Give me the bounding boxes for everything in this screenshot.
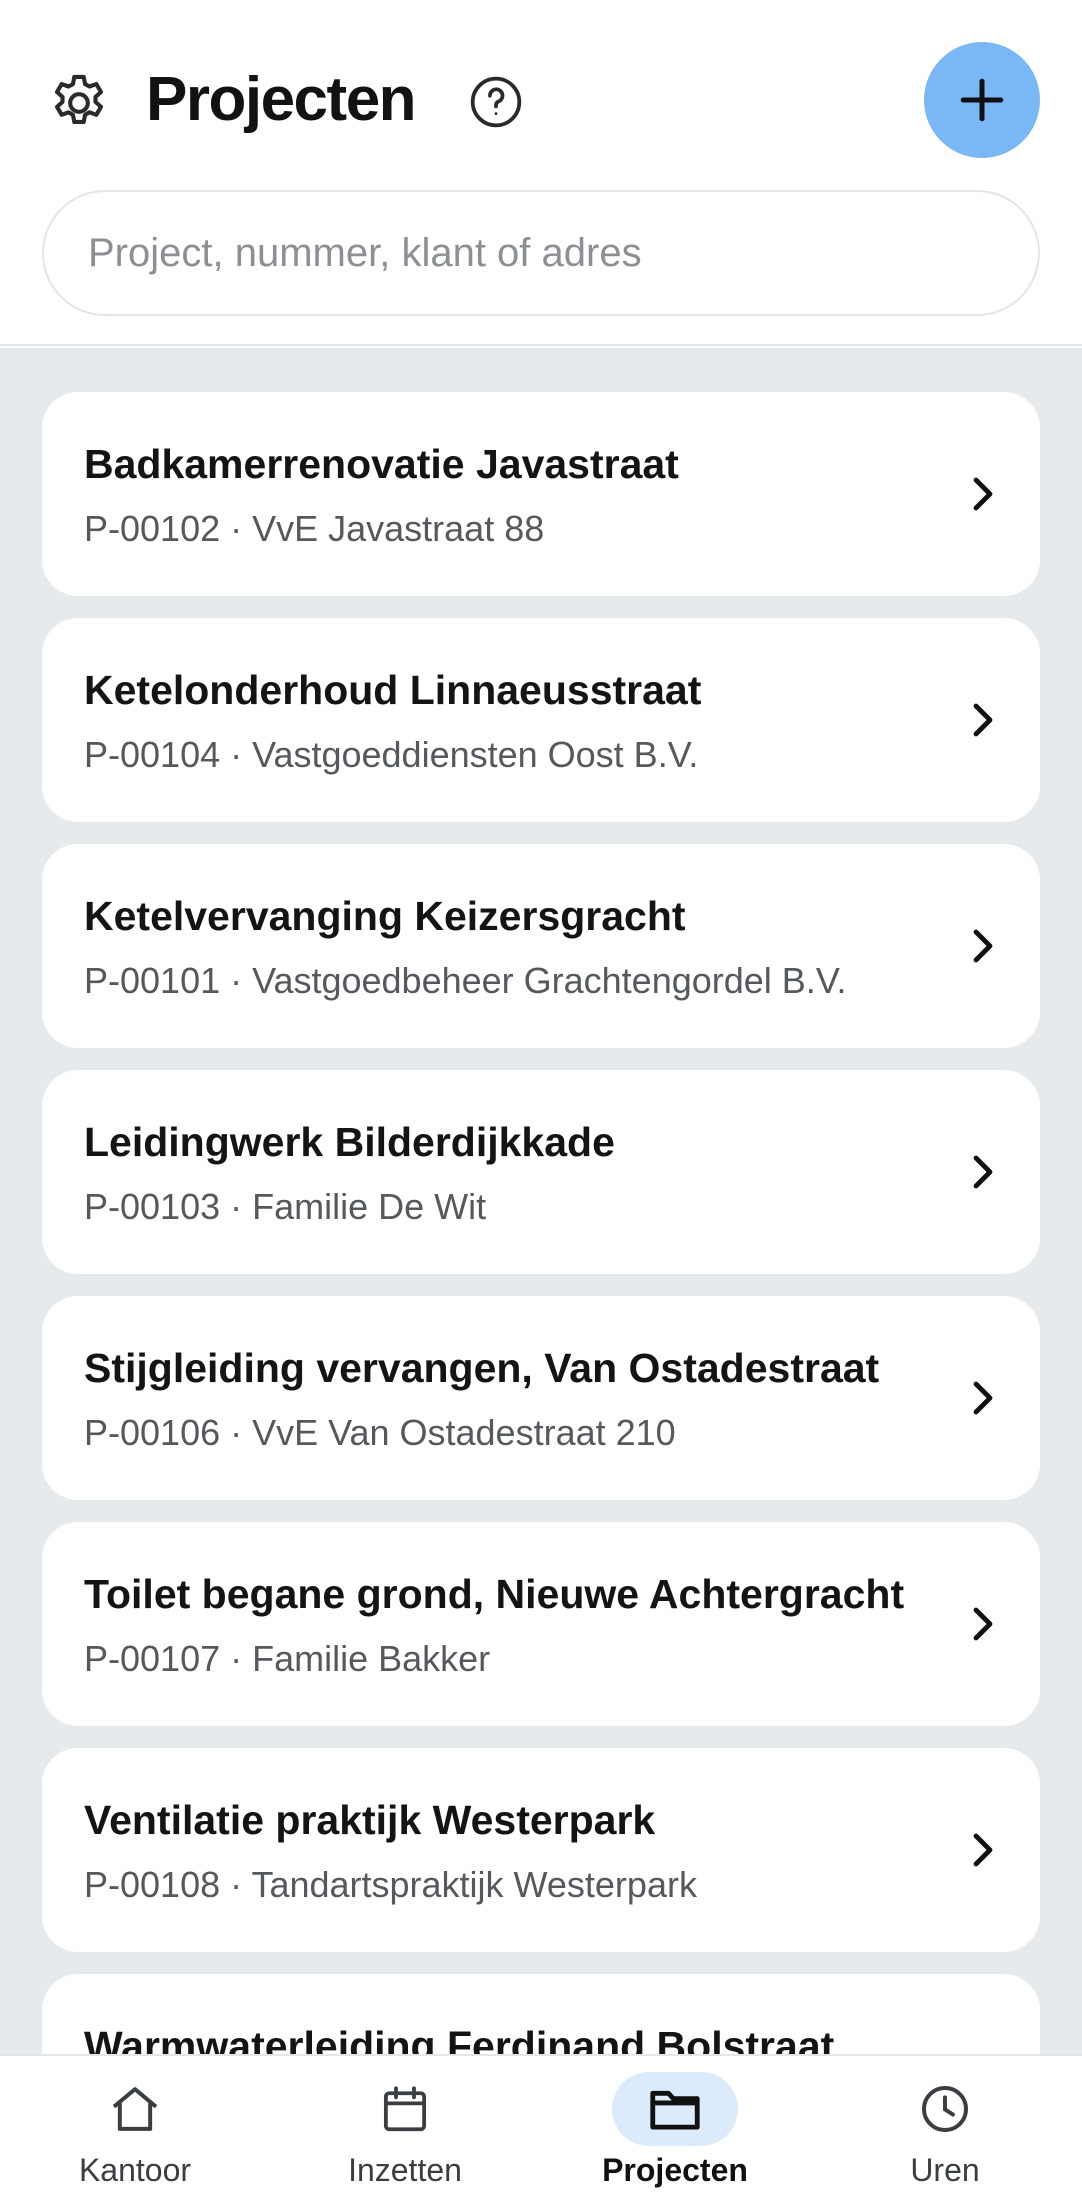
tab-bar: Kantoor Inzetten Projecten Uren <box>0 2054 1082 2202</box>
list-item[interactable]: Toilet begane grond, Nieuwe Achtergracht… <box>42 1522 1040 1726</box>
header: Projecten <box>0 0 1082 346</box>
chevron-right-icon <box>954 1822 1010 1878</box>
chevron-right-icon <box>954 1370 1010 1426</box>
project-title: Warmwaterleiding Ferdinand Bolstraat <box>84 2023 835 2054</box>
tab-label: Inzetten <box>348 2152 462 2188</box>
home-icon <box>72 2072 198 2146</box>
chevron-right-icon <box>954 918 1010 974</box>
add-project-button[interactable] <box>924 42 1040 158</box>
project-title: Stijgleiding vervangen, Van Ostadestraat <box>84 1345 880 1391</box>
project-title: Ketelonderhoud Linnaeusstraat <box>84 667 702 713</box>
project-title: Ketelvervanging Keizersgracht <box>84 893 686 939</box>
project-subtitle: P-00102 · VvE Javastraat 88 <box>84 508 545 549</box>
project-title: Toilet begane grond, Nieuwe Achtergracht <box>84 1571 905 1617</box>
chevron-right-icon <box>954 466 1010 522</box>
clock-icon <box>882 2072 1008 2146</box>
plus-icon <box>960 78 1004 122</box>
list-item[interactable]: Ventilatie praktijk Westerpark P-00108 ·… <box>42 1748 1040 1952</box>
calendar-icon <box>342 2072 468 2146</box>
list-item[interactable]: Stijgleiding vervangen, Van Ostadestraat… <box>42 1296 1040 1500</box>
chevron-right-icon <box>954 1596 1010 1652</box>
list-item[interactable]: Ketelonderhoud Linnaeusstraat P-00104 · … <box>42 618 1040 822</box>
search-field[interactable] <box>42 190 1040 316</box>
tab-label: Projecten <box>602 2152 748 2188</box>
tab-label: Uren <box>910 2152 980 2188</box>
list-item[interactable]: Ketelvervanging Keizersgracht P-00101 · … <box>42 844 1040 1048</box>
project-title: Badkamerrenovatie Javastraat <box>84 441 679 487</box>
gear-icon[interactable] <box>42 66 116 140</box>
tab-kantoor[interactable]: Kantoor <box>0 2056 270 2202</box>
tab-inzetten[interactable]: Inzetten <box>270 2056 540 2202</box>
project-subtitle: P-00104 · Vastgoeddiensten Oost B.V. <box>84 734 699 775</box>
chevron-right-icon <box>954 692 1010 748</box>
list-item[interactable]: Leidingwerk Bilderdijkkade P-00103 · Fam… <box>42 1070 1040 1274</box>
tab-label: Kantoor <box>78 2152 192 2188</box>
project-subtitle: P-00107 · Familie Bakker <box>84 1638 491 1679</box>
page-title: Projecten <box>146 65 417 134</box>
list-item[interactable]: Badkamerrenovatie Javastraat P-00102 · V… <box>42 392 1040 596</box>
question-icon[interactable] <box>466 72 526 132</box>
project-subtitle: P-00106 · VvE Van Ostadestraat 210 <box>84 1412 676 1453</box>
project-title: Ventilatie praktijk Westerpark <box>84 1797 656 1843</box>
tab-projecten[interactable]: Projecten <box>540 2056 810 2202</box>
folder-icon <box>612 2072 738 2146</box>
chevron-right-icon <box>954 1144 1010 1200</box>
project-subtitle: P-00101 · Vastgoedbeheer Grachtengordel … <box>84 960 847 1001</box>
list-item[interactable]: Warmwaterleiding Ferdinand Bolstraat <box>42 1974 1040 2054</box>
tab-uren[interactable]: Uren <box>810 2056 1080 2202</box>
project-subtitle: P-00108 · Tandartspraktijk Westerpark <box>84 1864 697 1905</box>
project-title: Leidingwerk Bilderdijkkade <box>84 1119 615 1165</box>
project-list[interactable]: Badkamerrenovatie Javastraat P-00102 · V… <box>0 348 1082 2054</box>
project-subtitle: P-00103 · Familie De Wit <box>84 1186 487 1227</box>
search-input[interactable] <box>44 192 1038 314</box>
